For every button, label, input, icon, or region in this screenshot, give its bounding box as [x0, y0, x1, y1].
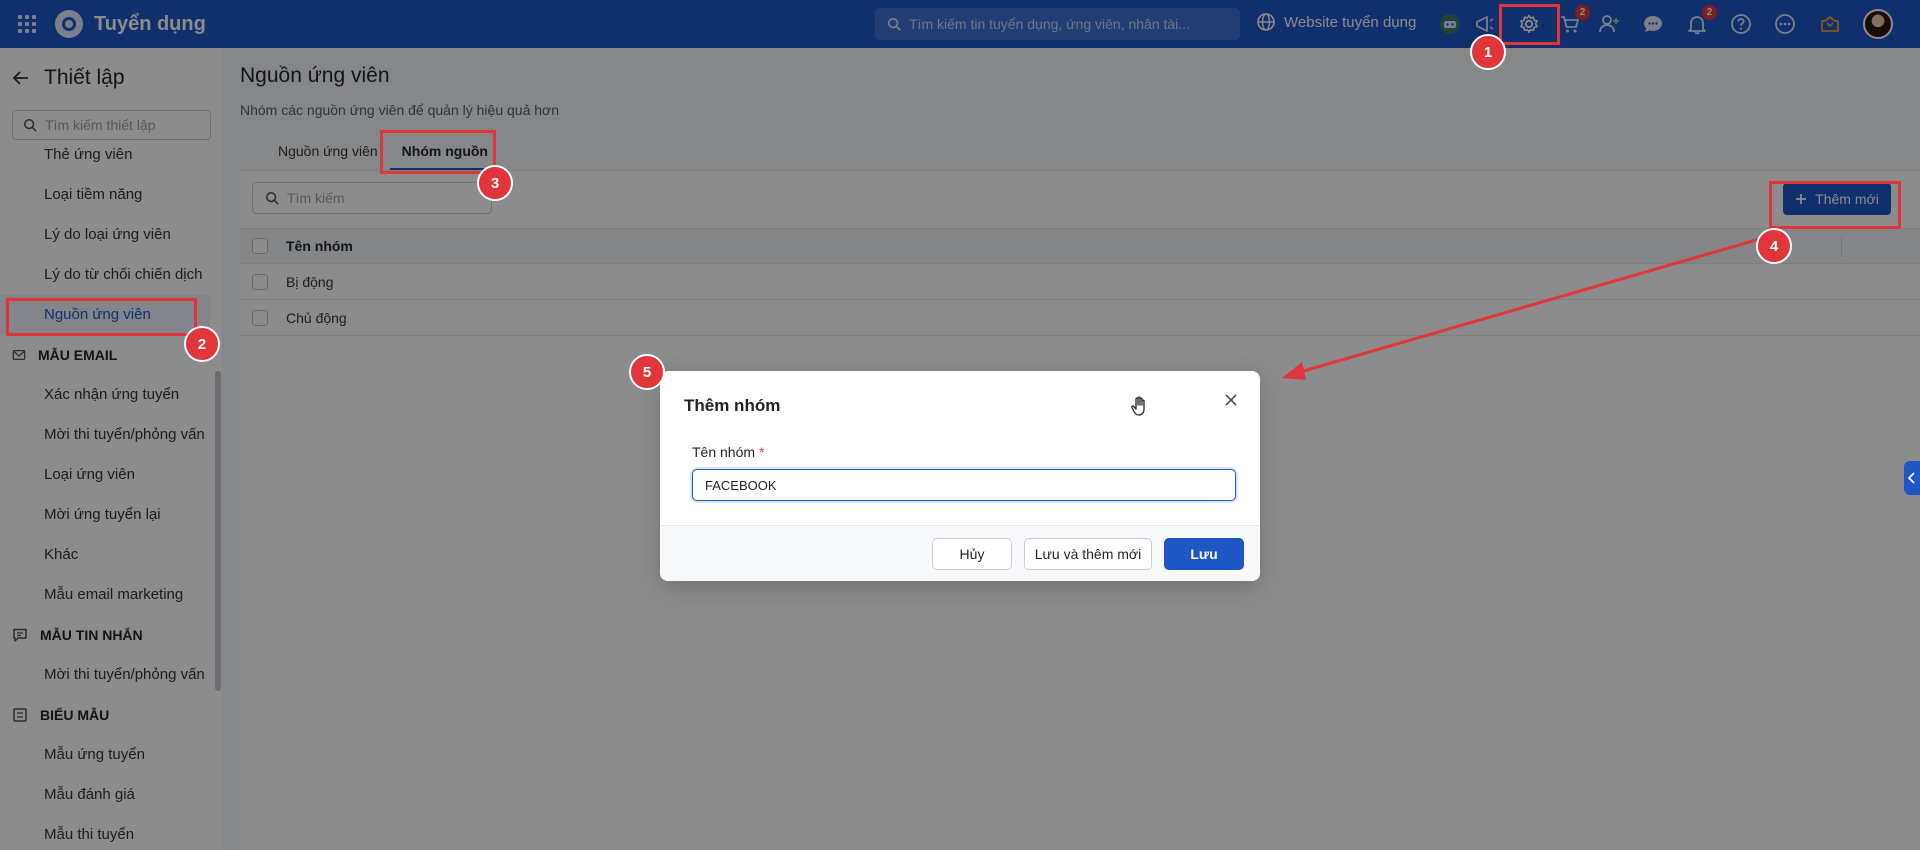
dialog-footer: Hủy Lưu và thêm mới Lưu — [660, 525, 1260, 581]
required-mark: * — [759, 444, 765, 460]
highlight-candidate-sources — [6, 298, 197, 336]
step-marker-2: 2 — [184, 326, 220, 362]
highlight-source-groups-tab — [380, 130, 496, 174]
step-marker-3: 3 — [477, 165, 513, 201]
group-name-label: Tên nhóm * — [692, 444, 765, 460]
highlight-add-new — [1769, 181, 1901, 229]
group-name-input[interactable] — [692, 469, 1236, 501]
step-marker-1: 1 — [1470, 34, 1506, 70]
group-name-label-text: Tên nhóm — [692, 444, 756, 460]
cancel-button[interactable]: Hủy — [932, 538, 1012, 570]
step-marker-4: 4 — [1756, 228, 1792, 264]
step-marker-5: 5 — [629, 354, 665, 390]
hand-cursor-icon — [1130, 395, 1150, 422]
highlight-settings — [1499, 4, 1560, 45]
chevron-left-icon — [1908, 472, 1915, 484]
dialog-title: Thêm nhóm — [684, 396, 781, 415]
side-panel-toggle[interactable] — [1904, 461, 1920, 495]
add-group-dialog: Thêm nhóm Tên nhóm* Hủy Lưu và thêm mới … — [660, 371, 1260, 581]
save-and-new-button[interactable]: Lưu và thêm mới — [1024, 538, 1152, 570]
save-button[interactable]: Lưu — [1164, 538, 1244, 570]
close-icon[interactable] — [1221, 390, 1241, 410]
